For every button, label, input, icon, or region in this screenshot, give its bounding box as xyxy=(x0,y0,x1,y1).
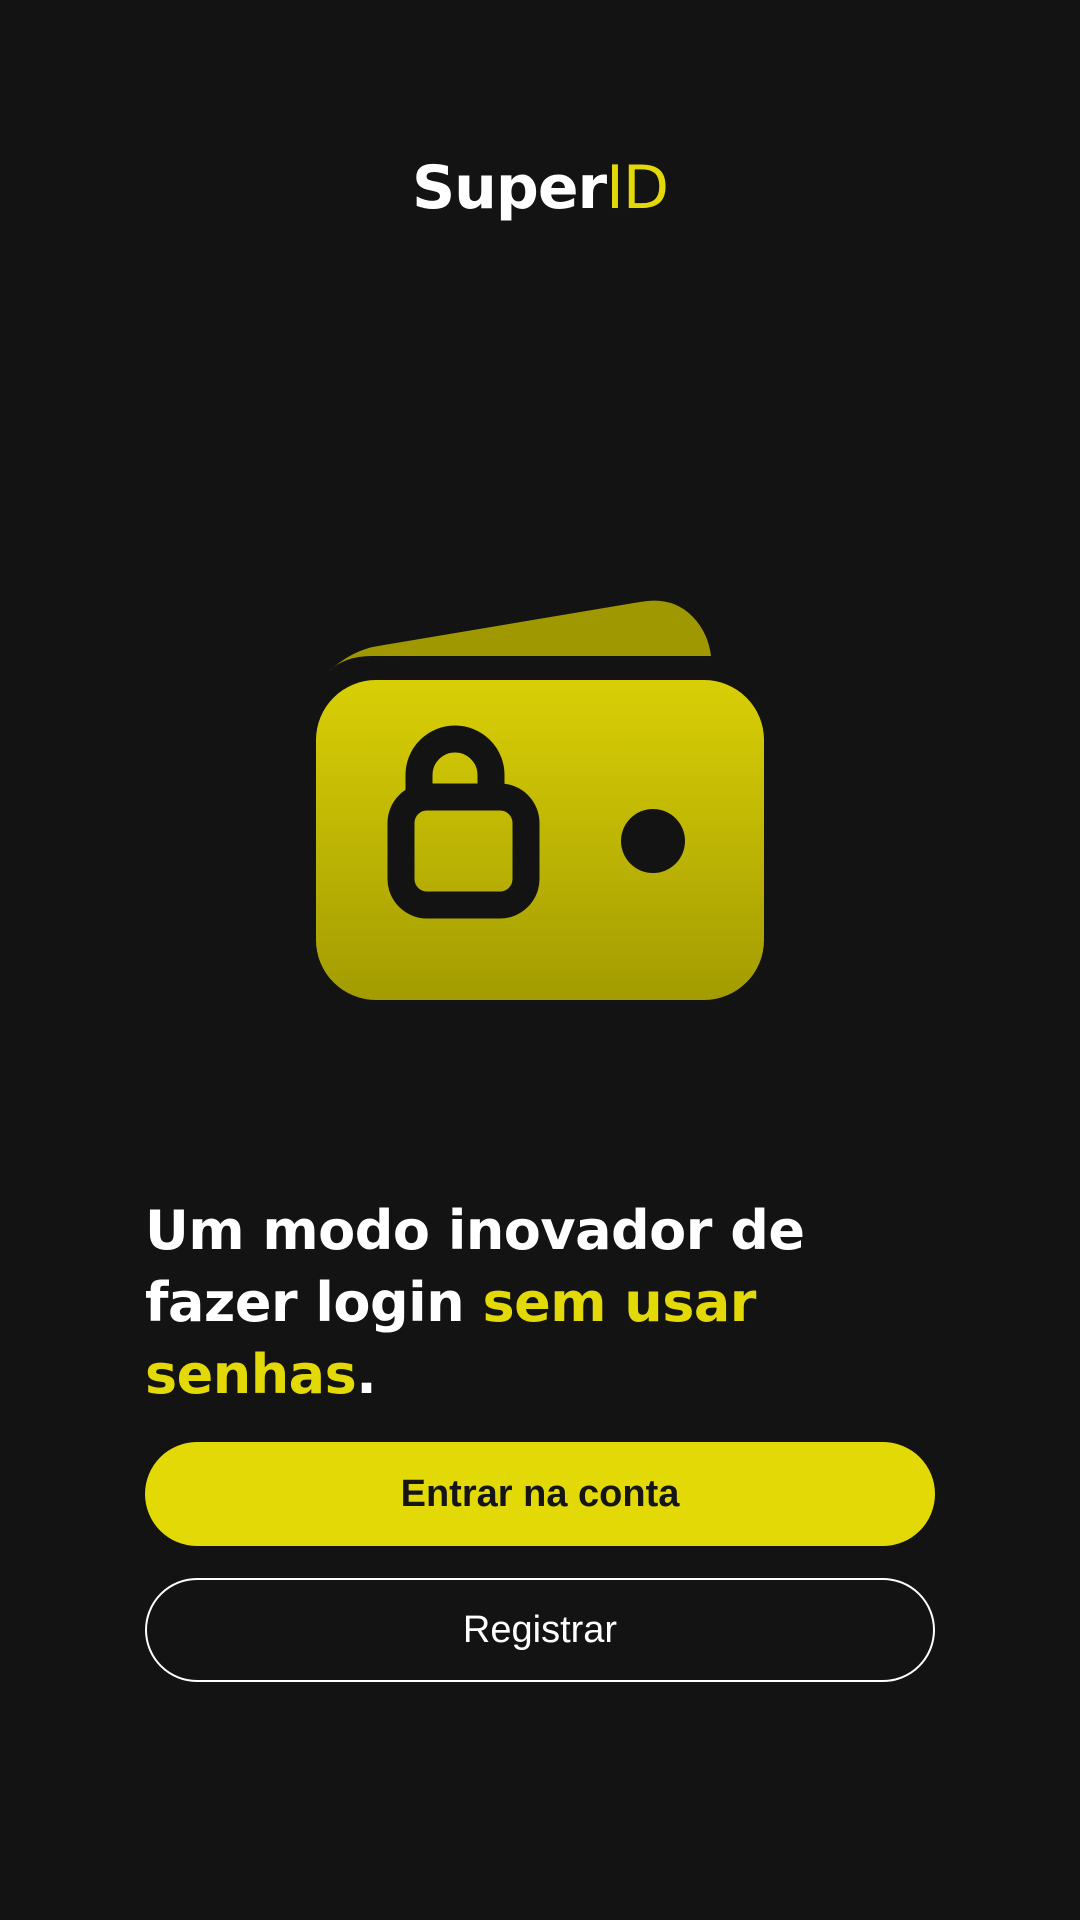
register-button[interactable]: Registrar xyxy=(145,1578,935,1682)
wallet-clasp xyxy=(621,809,685,873)
login-button[interactable]: Entrar na conta xyxy=(145,1442,935,1546)
app-logo: SuperID xyxy=(0,152,1080,224)
wallet-card-flap xyxy=(328,600,711,672)
logo-text-super: Super xyxy=(411,153,607,223)
logo-text-id: ID xyxy=(606,153,669,223)
headline: Um modo inovador de fazer login sem usar… xyxy=(145,1195,965,1411)
headline-period: . xyxy=(356,1343,377,1406)
wallet-body xyxy=(316,680,764,1000)
wallet-lock-icon xyxy=(316,600,764,1000)
